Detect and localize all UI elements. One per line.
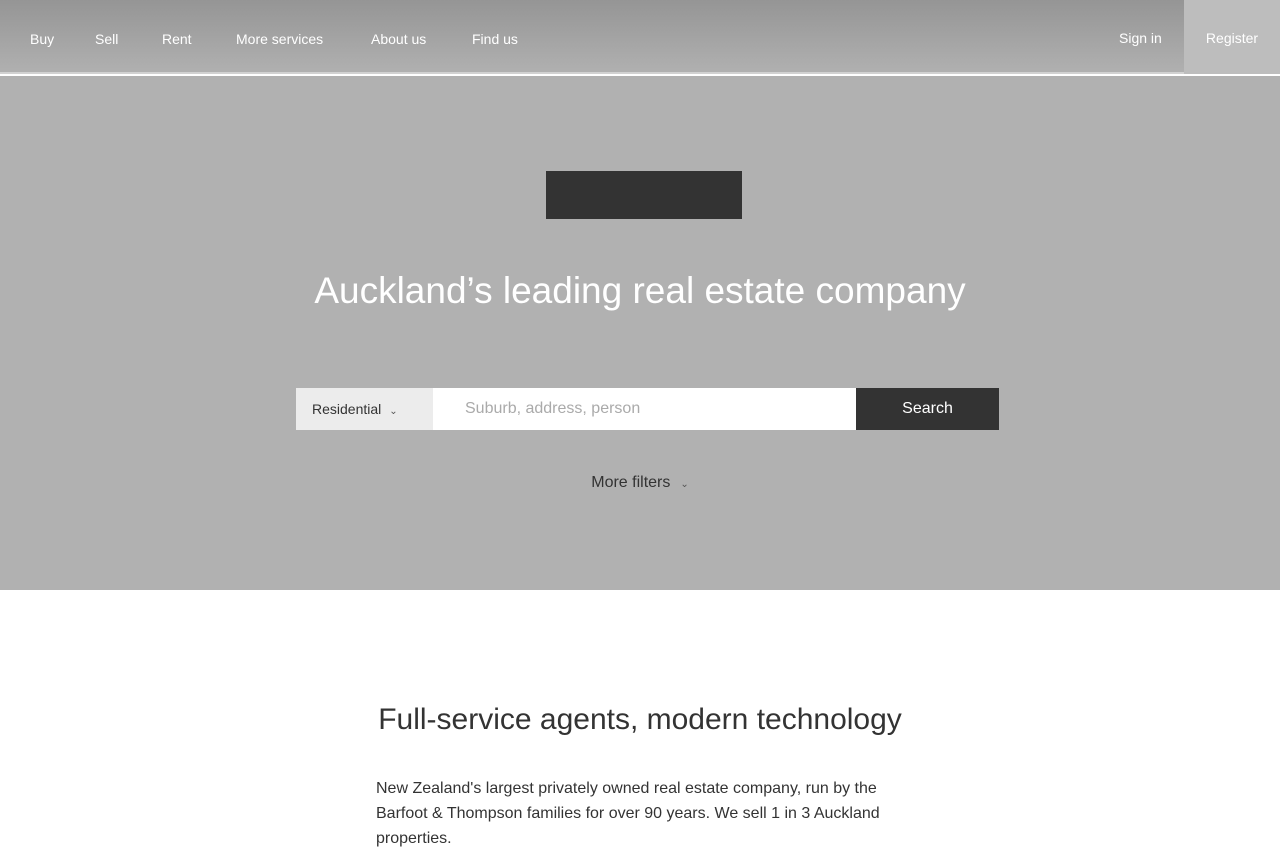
property-type-select[interactable]: Residential ⌄: [296, 388, 433, 430]
intro-paragraph: New Zealand's largest privately owned re…: [376, 780, 880, 847]
search-button[interactable]: Search: [856, 388, 999, 430]
chevron-down-icon: ⌄: [680, 479, 689, 490]
register-button[interactable]: Register: [1184, 0, 1280, 74]
logo[interactable]: [546, 171, 742, 219]
more-filters-toggle[interactable]: More filters ⌄: [0, 474, 1280, 492]
more-filters-label: More filters: [591, 474, 671, 491]
nav-sell[interactable]: Sell: [95, 31, 118, 47]
intro-heading: Full-service agents, modern technology: [378, 703, 902, 736]
chevron-down-icon: ⌄: [389, 406, 398, 417]
search-bar: Residential ⌄ Search: [296, 388, 999, 430]
hero-section: Auckland’s leading real estate company R…: [0, 76, 1280, 590]
nav-more-services[interactable]: More services: [236, 31, 323, 47]
nav-rent[interactable]: Rent: [162, 31, 192, 47]
search-input[interactable]: [433, 388, 856, 430]
nav-about-us[interactable]: About us: [371, 31, 426, 47]
hero-title: Auckland’s leading real estate company: [314, 270, 966, 311]
property-type-label: Residential: [312, 401, 382, 417]
nav-buy[interactable]: Buy: [30, 31, 54, 47]
sign-in-link[interactable]: Sign in: [1119, 30, 1162, 46]
top-nav-bar: Buy Sell Rent More services About us Fin…: [0, 0, 1280, 74]
nav-find-us[interactable]: Find us: [472, 31, 518, 47]
